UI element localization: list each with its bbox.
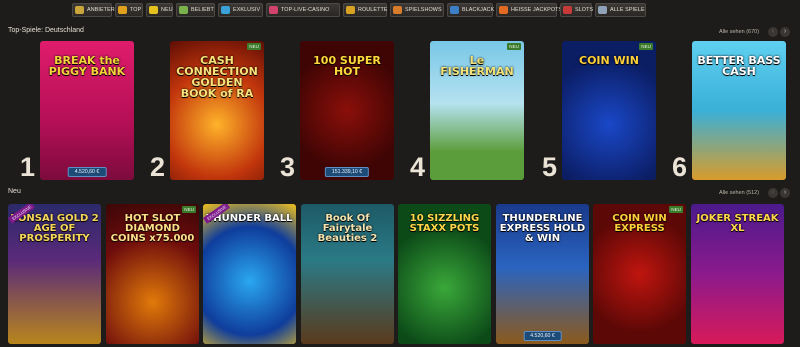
jackpot-amount: 151.339,10 € [324,167,370,177]
jackpot-amount: 4.520,60 € [523,331,562,341]
roulette-icon [346,6,355,14]
new-see-all-link[interactable]: Alle sehen (512) [719,190,759,196]
nav-label: Beliebt [191,7,214,13]
game-title: Le FISHERMAN [440,54,514,78]
game-tile-thunder-ball[interactable]: THUNDER BALL EXCLUSIVE [203,204,296,344]
live-dealer-icon [269,6,278,14]
game-tile-joker-streak-xl[interactable]: JOKER STREAK XL [691,204,784,344]
game-tile-cash-connection-golden-book-of-ra[interactable]: CASH CONNECTION GOLDEN BOOK of RA NEU [170,41,264,180]
nav-exklusiv-button[interactable]: Exklusiv [218,3,263,17]
nav-blackjack-button[interactable]: Blackjack [447,3,495,17]
new-next-arrow-icon[interactable]: › [780,188,790,198]
game-tile-better-bass-cash[interactable]: BETTER BASS CASH [692,41,786,180]
top-carousel-arrows: ‹ › [768,27,790,37]
nav-alle-spiele-button[interactable]: Alle Spiele [595,3,646,17]
grid-icon [598,6,607,14]
nav-label: Roulette [358,7,388,13]
new-badge: NEU [247,43,261,50]
game-title: CASH CONNECTION GOLDEN BOOK of RA [176,54,258,100]
nav-label: Top [130,7,142,13]
game-tile-book-of-fairytale-beauties-2[interactable]: Book Of Fairytale Beauties 2 [301,204,394,344]
nav-label: Neu [161,7,173,13]
new-carousel-arrows: ‹ › [768,188,790,198]
game-tile-thunderline-express-hold-win[interactable]: THUNDERLINE EXPRESS HOLD & WIN 4.520,60 € [496,204,589,344]
game-tile-10-sizzling-staxx-pots[interactable]: 10 SIZZLING STAXX POTS [398,204,491,344]
cherries-icon [563,6,572,14]
new-badge: NEU [669,206,683,213]
fire-icon [499,6,508,14]
game-title: COIN WIN [579,54,639,67]
nav-anbieter-button[interactable]: Anbieter [72,3,115,17]
microphone-icon [393,6,402,14]
nav-label: Slots [575,7,594,13]
nav-heisse-jackpots-button[interactable]: Heisse Jackpots [496,3,562,17]
game-tile-break-the-piggy-bank[interactable]: BREAK the PIGGY BANK 4.520,60 € [40,41,134,180]
top-games-title: Top-Spiele: Deutschland [8,27,84,34]
jackpot-amount: 4.520,60 € [67,167,107,177]
nav-beliebt-button[interactable]: Beliebt [176,3,215,17]
top-see-all-link[interactable]: Alle sehen (670) [719,29,759,35]
game-title: 10 SIZZLING STAXX POTS [409,213,480,234]
top-prev-arrow-icon[interactable]: ‹ [768,27,778,37]
rank-number: 1 [20,152,36,182]
nav-spielshows-button[interactable]: Spielshows [390,3,444,17]
rank-number: 5 [542,152,558,182]
game-tile-le-fisherman[interactable]: Le FISHERMAN NEU [430,41,524,180]
new-prev-arrow-icon[interactable]: ‹ [768,188,778,198]
game-title: BREAK the PIGGY BANK [48,54,126,78]
nav-top-live-casino-button[interactable]: Top-Live-Casino [266,3,340,17]
rank-number: 2 [150,152,166,182]
nav-label: Top-Live-Casino [281,7,330,13]
nav-label: Spielshows [405,7,442,13]
new-games-title: Neu [8,188,21,195]
lightning-icon [149,6,158,14]
rank-number: 3 [280,152,296,182]
game-tile-coin-win[interactable]: COIN WIN NEU [562,41,656,180]
game-tile-100-super-hot[interactable]: 100 SUPER HOT 151.339,10 € [300,41,394,180]
nav-label: Alle Spiele [610,7,645,13]
nav-neu-button[interactable]: Neu [146,3,173,17]
top-next-arrow-icon[interactable]: › [780,27,790,37]
new-badge: NEU [182,206,196,213]
game-title: COIN WIN EXPRESS [612,213,667,234]
crown-icon [118,6,127,14]
nav-top-button[interactable]: Top [115,3,143,17]
nav-roulette-button[interactable]: Roulette [343,3,387,17]
diamond-icon [221,6,230,14]
category-nav: Anbieter Top Neu Beliebt Exklusiv Top-Live-Ca… [72,3,722,17]
nav-label: Anbieter [87,7,115,13]
new-badge: NEU [507,43,521,50]
gift-icon [75,6,84,14]
slot-machine-icon [179,6,188,14]
game-title: BONSAI GOLD 2 AGE OF PROSPERITY [10,213,99,244]
game-title: 100 SUPER HOT [313,54,381,78]
game-title: HOT SLOT DIAMOND COINS x75.000 [110,213,195,244]
game-title: JOKER STREAK XL [696,213,779,234]
game-tile-hot-slot-diamond-coins-x75-000[interactable]: HOT SLOT DIAMOND COINS x75.000 NEU [106,204,199,344]
game-title: BETTER BASS CASH [697,54,781,78]
nav-label: Blackjack [462,7,495,13]
new-badge: NEU [639,43,653,50]
game-tile-coin-win-express[interactable]: COIN WIN EXPRESS NEU [593,204,686,344]
game-title: THUNDERLINE EXPRESS HOLD & WIN [499,213,586,244]
rank-number: 4 [410,152,426,182]
nav-slots-button[interactable]: Slots [560,3,594,17]
rank-number: 6 [672,152,688,182]
game-title: Book Of Fairytale Beauties 2 [317,213,378,244]
nav-label: Heisse Jackpots [511,7,563,13]
nav-label: Exklusiv [233,7,261,13]
cards-icon [450,6,459,14]
game-tile-bonsai-gold-2-age-of-prosperity[interactable]: BONSAI GOLD 2 AGE OF PROSPERITY EXCLUSIVE [8,204,101,344]
